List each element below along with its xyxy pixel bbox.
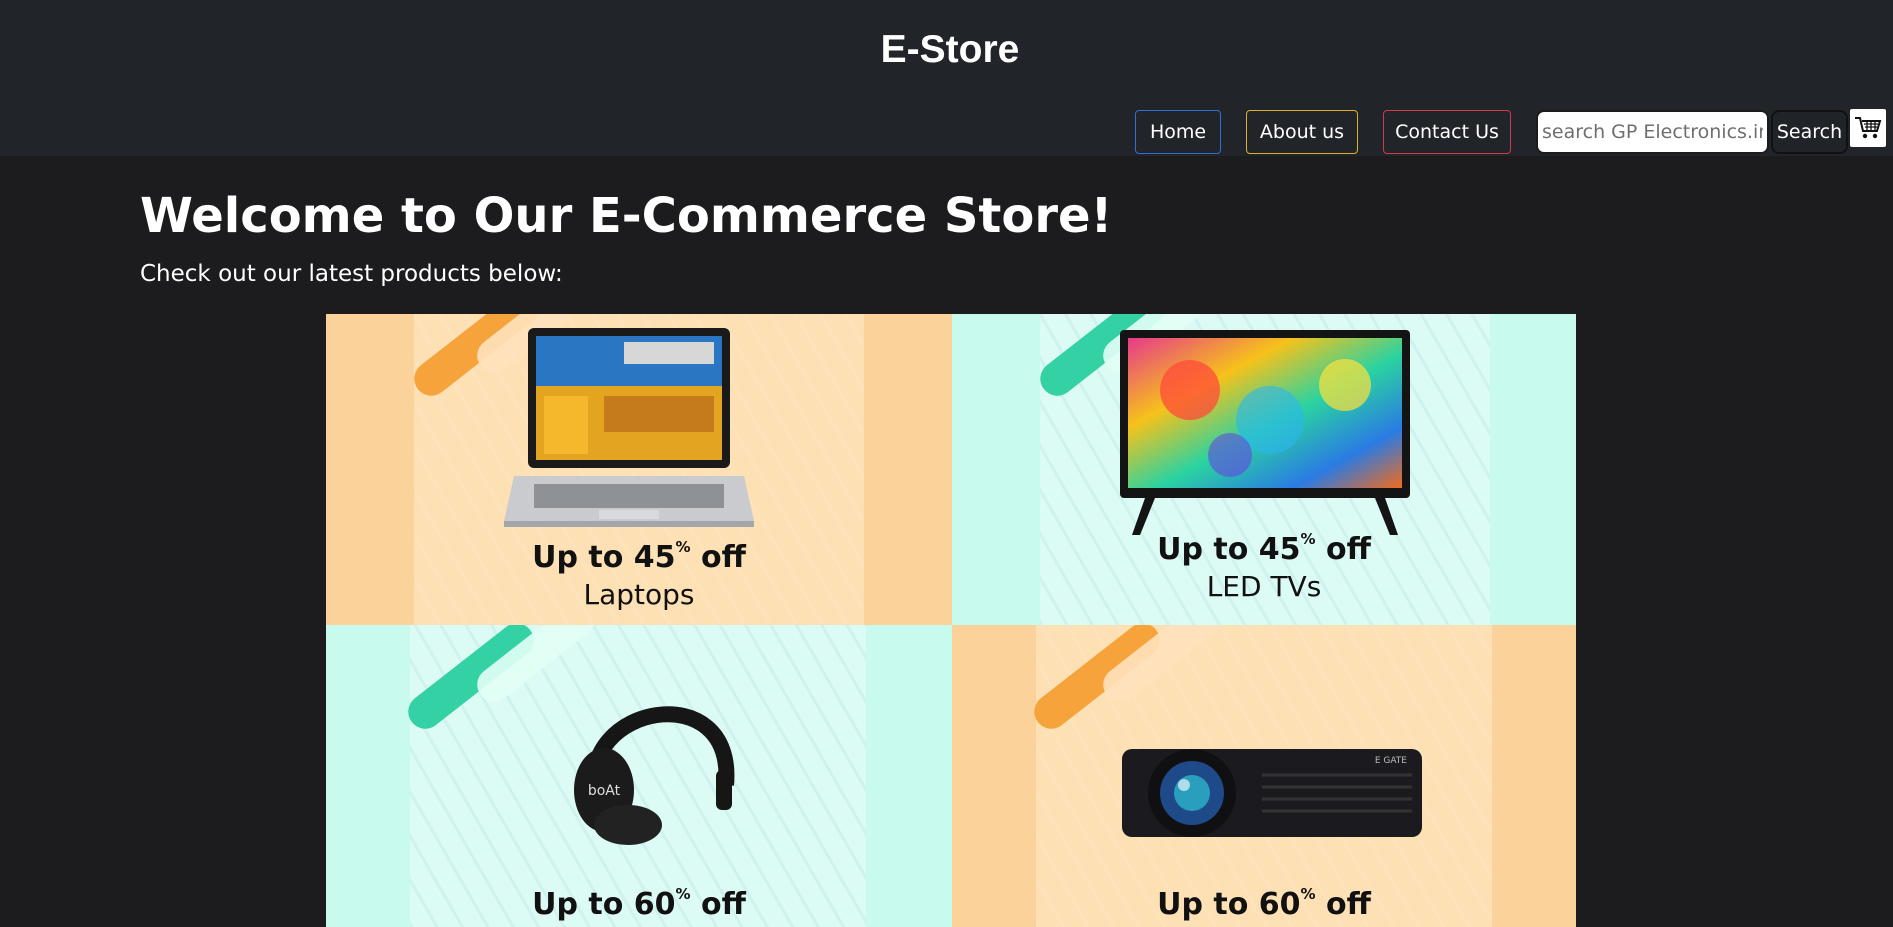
headphones-brand-mark: boAt — [588, 783, 621, 799]
brand-title: E-Store — [880, 28, 1020, 71]
nav-about-button[interactable]: About us — [1246, 110, 1358, 154]
page-subtitle: Check out our latest products below: — [140, 261, 563, 287]
nav-contact-button[interactable]: Contact Us — [1383, 110, 1511, 154]
projector-brand-mark: E GATE — [1375, 756, 1407, 766]
percent-sign: % — [1300, 530, 1316, 548]
page-title: Welcome to Our E-Commerce Store! — [140, 188, 1113, 244]
cart-icon — [1855, 117, 1882, 139]
offer-text: Up to 60 — [532, 887, 676, 922]
offer-suffix: off — [1326, 532, 1371, 567]
headphones-image: boAt — [574, 706, 735, 845]
offer-suffix: off — [701, 887, 746, 922]
projector-image: E GATE — [1122, 749, 1422, 837]
promo-banner[interactable]: Up to 45% off Laptops Up to 45% off LED … — [326, 314, 1576, 927]
percent-sign: % — [675, 538, 691, 556]
offer-text: Up to 60 — [1157, 887, 1301, 922]
offer-suffix: off — [1326, 887, 1371, 922]
led-tv-image — [1120, 330, 1410, 535]
promo-tile-led-tvs[interactable]: Up to 45% off LED TVs — [952, 314, 1576, 625]
offer-suffix: off — [701, 540, 746, 575]
category-label: Laptops — [583, 578, 695, 611]
nav-home-button[interactable]: Home — [1135, 110, 1221, 154]
laptop-image — [504, 328, 754, 527]
percent-sign: % — [1300, 885, 1316, 903]
search-input[interactable] — [1536, 110, 1769, 154]
promo-tile-headphones[interactable]: boAt Up to 60% off — [326, 625, 952, 927]
search-button[interactable]: Search — [1771, 110, 1848, 154]
offer-text: Up to 45 — [1157, 532, 1301, 567]
promo-tile-projector[interactable]: E GATE Up to 60% off — [952, 625, 1576, 927]
promo-tile-laptops[interactable]: Up to 45% off Laptops — [326, 314, 952, 625]
percent-sign: % — [675, 885, 691, 903]
offer-text: Up to 45 — [532, 540, 676, 575]
category-label: LED TVs — [1206, 570, 1322, 603]
cart-button[interactable] — [1850, 109, 1886, 147]
top-navbar: E-Store Home About us Contact Us Search — [0, 0, 1893, 156]
